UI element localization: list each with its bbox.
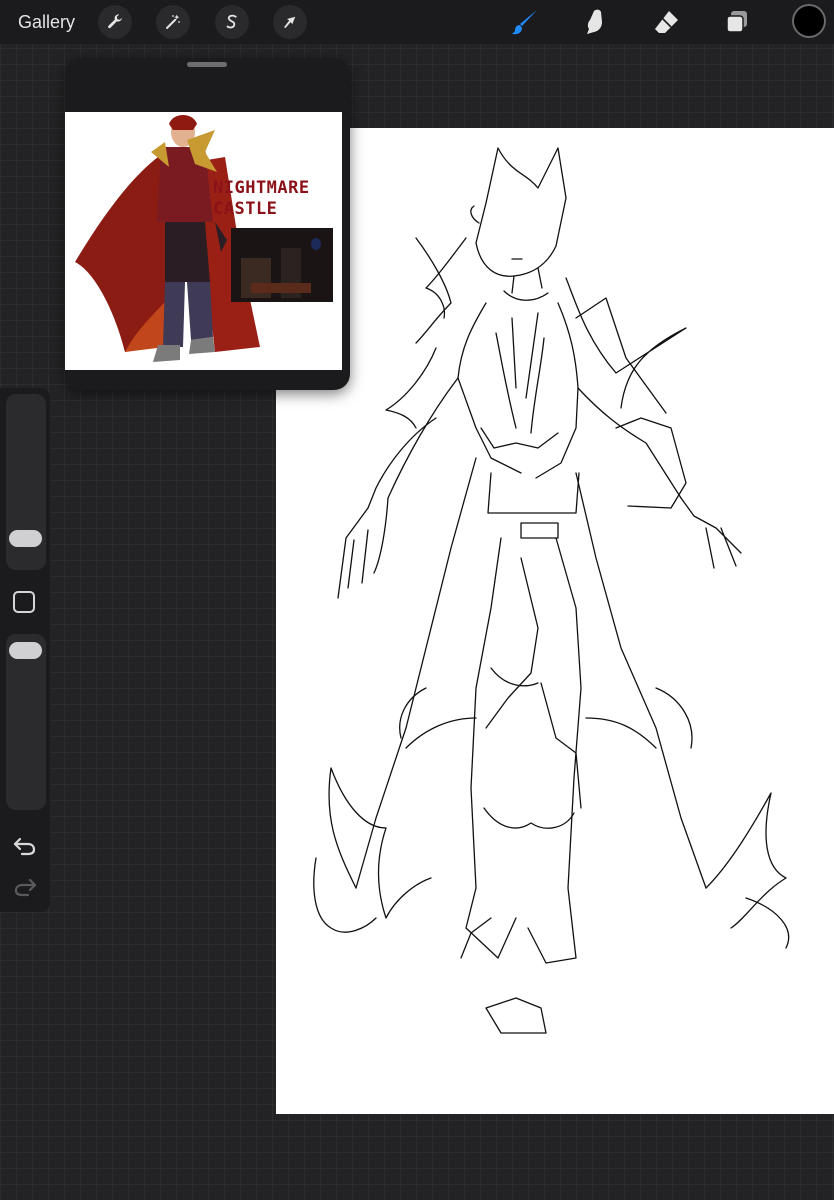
brush-size-slider[interactable]	[6, 394, 46, 570]
smudge-finger-icon[interactable]	[580, 6, 612, 38]
gallery-button[interactable]: Gallery	[18, 12, 75, 33]
arrow-cursor-icon[interactable]	[273, 5, 307, 39]
opacity-slider-thumb[interactable]	[9, 642, 42, 659]
drawing-canvas[interactable]	[276, 128, 834, 1114]
redo-icon[interactable]	[11, 875, 39, 899]
reference-castle-photo	[231, 228, 333, 302]
magic-wand-icon[interactable]	[156, 5, 190, 39]
color-swatch[interactable]	[794, 6, 824, 36]
reference-image: NIGHTMARE CASTLE	[65, 112, 342, 370]
eraser-icon[interactable]	[650, 6, 682, 38]
reference-drag-handle[interactable]	[187, 62, 227, 67]
reference-title: NIGHTMARE CASTLE	[213, 178, 310, 220]
selection-s-icon[interactable]	[215, 5, 249, 39]
top-toolbar: Gallery	[0, 0, 834, 44]
undo-icon[interactable]	[11, 834, 39, 858]
reference-panel[interactable]: NIGHTMARE CASTLE	[65, 58, 350, 390]
reference-title-line1: NIGHTMARE	[213, 178, 310, 198]
character-sketch	[313, 147, 790, 1034]
layers-icon[interactable]	[721, 6, 753, 38]
brush-size-slider-thumb[interactable]	[9, 530, 42, 547]
reference-title-line2: CASTLE	[213, 199, 278, 219]
brush-icon[interactable]	[509, 6, 541, 38]
modifier-square-icon[interactable]	[13, 591, 35, 613]
wrench-icon[interactable]	[98, 5, 132, 39]
opacity-slider[interactable]	[6, 634, 46, 810]
left-sidebar	[0, 388, 50, 912]
